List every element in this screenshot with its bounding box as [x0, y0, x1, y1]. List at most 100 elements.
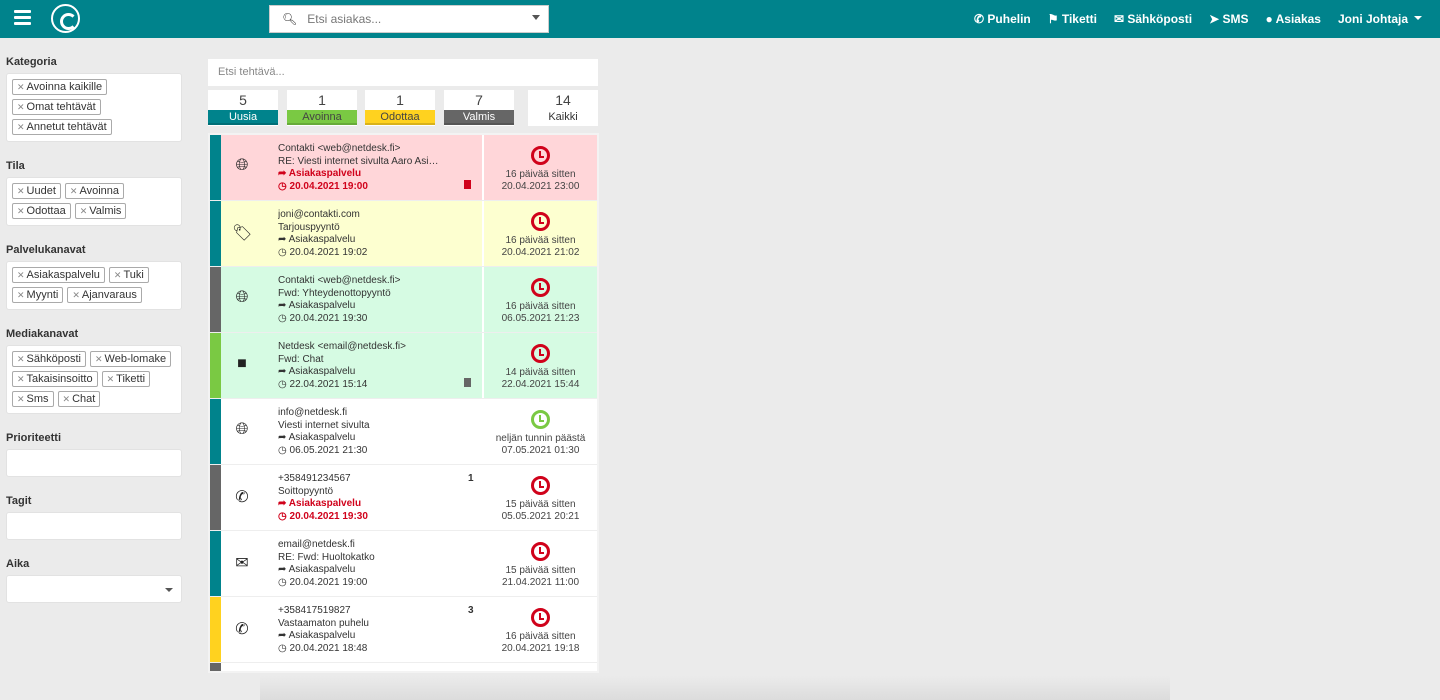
counter-label: Uusia [208, 110, 278, 125]
task-info: Contakti <web@netdesk.fi> RE: Viesti int… [278, 143, 478, 193]
task-subject: Soittopyyntö [278, 485, 334, 497]
task-from: info@netdesk.fi [278, 407, 348, 418]
filter-tagit-input[interactable] [6, 512, 182, 540]
filter-tag[interactable]: ✕ Asiakaspalvelu [12, 267, 105, 283]
status-stripe [210, 201, 221, 266]
due-date: 05.05.2021 20:21 [501, 511, 580, 522]
nav-asiakas[interactable]: ● Asiakas [1265, 12, 1321, 26]
task-due: 16 päivää sitten 20.04.2021 21:02 [482, 201, 597, 266]
nav-sahkoposti[interactable]: ✉ Sähköposti [1114, 12, 1192, 26]
task-row[interactable]: 🌐︎ Contakti <web@netdesk.fi> RE: Viesti … [210, 135, 597, 201]
globe-icon: 🌐︎ [235, 421, 249, 438]
filter-tag[interactable]: ✕ Valmis [74, 203, 127, 219]
file-icon[interactable] [464, 180, 471, 189]
filter-palvelukanavat[interactable]: ✕ Asiakaspalvelu ✕ Tuki ✕ Myynti ✕ Ajanvaraus [6, 261, 182, 310]
task-row[interactable]: 🌐︎ Contakti <web@netdesk.fi> Fwd: Yhteyd… [210, 267, 597, 333]
filter-tag[interactable]: ✕ Ajanvaraus [67, 287, 142, 303]
counter-avoinna[interactable]: 1 Avoinna [287, 90, 357, 126]
remove-icon[interactable]: ✕ [17, 102, 25, 112]
file-icon[interactable] [464, 378, 471, 387]
counter-uusia[interactable]: 5 Uusia [208, 90, 278, 126]
task-due: 15 päivää sitten 21.04.2021 11:00 [482, 531, 597, 596]
remove-icon[interactable]: ✕ [17, 354, 25, 364]
remove-icon[interactable]: ✕ [72, 290, 80, 300]
filter-tag[interactable]: ✕ Takaisinsoitto [12, 371, 98, 387]
filter-tag[interactable]: ✕ Sms [12, 391, 54, 407]
filter-tag[interactable]: ✕ Uudet [12, 183, 61, 199]
chevron-down-icon[interactable] [532, 15, 540, 24]
filter-tag[interactable]: ✕ Web-lomake [89, 351, 172, 367]
remove-icon[interactable]: ✕ [17, 186, 25, 196]
task-row[interactable]: ■ Netdesk <email@netdesk.fi> Fwd: Chat ➦… [210, 333, 597, 399]
task-created: 20.04.2021 19:30 [289, 510, 368, 522]
task-list[interactable]: 🌐︎ Contakti <web@netdesk.fi> RE: Viesti … [208, 133, 599, 673]
filter-tag[interactable]: ✕ Myynti [12, 287, 64, 303]
menu-icon[interactable] [14, 10, 31, 25]
task-subject: Vastaamaton puhelu [278, 617, 369, 629]
task-search-input[interactable]: Etsi tehtävä... [208, 59, 598, 86]
nav-tiketti[interactable]: ⚑ Tiketti [1048, 12, 1097, 26]
forward-icon: ➦ [278, 564, 289, 575]
filter-tag[interactable]: ✕ Tiketti [101, 371, 151, 387]
counter-valmis[interactable]: 7 Valmis [444, 90, 514, 126]
nav-puhelin[interactable]: ✆ Puhelin [974, 12, 1031, 26]
task-channel: Asiakaspalvelu [288, 366, 356, 377]
logo[interactable] [51, 4, 80, 33]
remove-icon[interactable]: ✕ [17, 206, 25, 216]
filter-tag[interactable]: ✕ Chat [57, 391, 101, 407]
filter-aika-input[interactable] [6, 575, 182, 603]
user-menu[interactable]: Joni Johtaja [1338, 12, 1422, 26]
filter-tag-label: Web-lomake [104, 353, 167, 365]
filter-tag[interactable]: ✕ Odottaa [12, 203, 71, 219]
task-from: email@netdesk.fi [278, 539, 355, 550]
remove-icon[interactable]: ✕ [17, 82, 25, 92]
task-info: Contakti <web@netdesk.fi> Fwd: Yhteydeno… [278, 275, 478, 325]
remove-icon[interactable]: ✕ [70, 186, 78, 196]
filter-tag[interactable]: ✕ Sähköposti [12, 351, 86, 367]
counter-label: Valmis [444, 110, 514, 125]
filter-kategoria[interactable]: ✕ Avoinna kaikille ✕ Omat tehtävät ✕ Annetut … [6, 73, 182, 142]
counter-odottaa[interactable]: 1 Odottaa [365, 90, 435, 126]
remove-icon[interactable]: ✕ [63, 394, 71, 404]
filter-prioriteetti-input[interactable] [6, 449, 182, 477]
task-created: 20.04.2021 19:00 [289, 576, 368, 588]
filter-tag-label: Myynti [26, 289, 59, 301]
status-stripe [210, 333, 221, 398]
due-date: 21.04.2021 11:00 [501, 577, 580, 588]
counter-kaikki[interactable]: 14 Kaikki [528, 90, 598, 126]
task-row[interactable] [210, 663, 597, 671]
tag-icon: 🏷︎ [232, 225, 253, 242]
task-row[interactable]: 🌐︎ info@netdesk.fi Viesti internet sivul… [210, 399, 597, 465]
filter-tag[interactable]: ✕ Annetut tehtävät [12, 119, 112, 135]
filter-tila[interactable]: ✕ Uudet ✕ Avoinna ✕ Odottaa ✕ Valmis [6, 177, 182, 226]
filter-label-tagit: Tagit [6, 495, 32, 507]
task-row[interactable]: ✆ +358417519827 Vastaamaton puhelu ➦ Asi… [210, 597, 597, 663]
remove-icon[interactable]: ✕ [107, 374, 115, 384]
remove-icon[interactable]: ✕ [17, 374, 25, 384]
status-counters: 5 Uusia 1 Avoinna 1 Odottaa 7 Valmis 14 Kaikki [208, 90, 598, 126]
remove-icon[interactable]: ✕ [17, 270, 25, 280]
counter-count: 5 [239, 92, 247, 108]
filter-mediakanavat[interactable]: ✕ Sähköposti ✕ Web-lomake ✕ Takaisinsoitto ✕ Ti… [6, 345, 182, 414]
task-row[interactable]: 🏷︎ joni@contakti.com Tarjouspyyntö ➦ Asi… [210, 201, 597, 267]
task-due: 15 päivää sitten 05.05.2021 20:21 [482, 465, 597, 530]
nav-sms[interactable]: ➤ SMS [1209, 12, 1248, 26]
filter-tag-label: Tiketti [116, 373, 146, 385]
task-row[interactable]: ✆ +358491234567 Soittopyyntö ➦ Asiakaspa… [210, 465, 597, 531]
remove-icon[interactable]: ✕ [114, 270, 122, 280]
filter-tag-label: Sms [26, 393, 49, 405]
filter-tag[interactable]: ✕ Omat tehtävät [12, 99, 101, 115]
filter-tag[interactable]: ✕ Tuki [108, 267, 149, 283]
remove-icon[interactable]: ✕ [17, 290, 25, 300]
task-row[interactable]: ✉ email@netdesk.fi RE: Fwd: Huoltokatko … [210, 531, 597, 597]
remove-icon[interactable]: ✕ [17, 122, 25, 132]
filter-tag[interactable]: ✕ Avoinna kaikille [12, 79, 108, 95]
task-due: 16 päivää sitten 20.04.2021 23:00 [482, 135, 597, 200]
remove-icon[interactable]: ✕ [17, 394, 25, 404]
customer-search-placeholder: Etsi asiakas... [307, 12, 382, 26]
remove-icon[interactable]: ✕ [95, 354, 103, 364]
remove-icon[interactable]: ✕ [80, 206, 88, 216]
customer-search[interactable]: 🔍︎ Etsi asiakas... [269, 5, 549, 33]
phone-icon: ✆ [235, 489, 249, 506]
filter-tag[interactable]: ✕ Avoinna [64, 183, 125, 199]
